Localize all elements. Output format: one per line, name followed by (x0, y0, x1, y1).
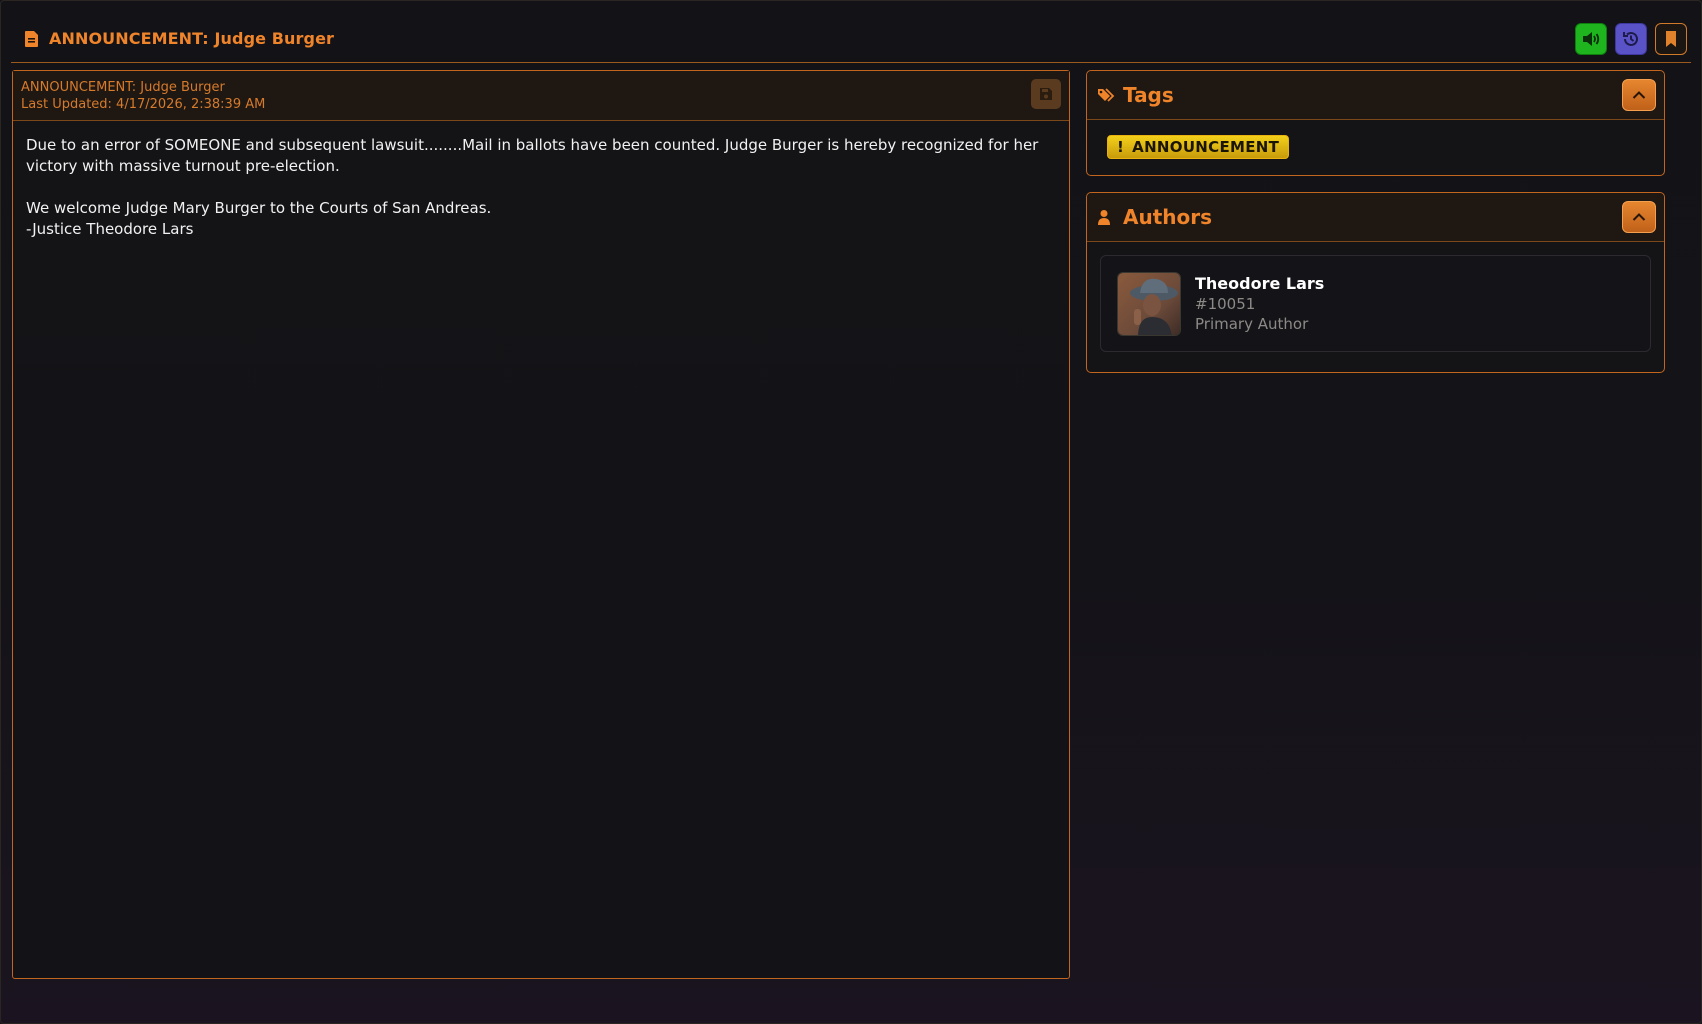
history-button[interactable] (1615, 23, 1647, 55)
body-paragraph: Due to an error of SOMEONE and subsequen… (26, 136, 1039, 175)
author-card[interactable]: Theodore Lars #10051 Primary Author (1100, 255, 1651, 352)
header-title-group: ANNOUNCEMENT: Judge Burger (25, 29, 334, 48)
page-header: ANNOUNCEMENT: Judge Burger (11, 1, 1691, 63)
document-title: ANNOUNCEMENT: Judge Burger (21, 80, 225, 95)
author-role: Primary Author (1195, 315, 1309, 333)
speaker-icon (1583, 32, 1600, 46)
bookmark-button[interactable] (1655, 23, 1687, 55)
tags-panel-header: Tags (1087, 71, 1664, 120)
tags-collapse-button[interactable] (1622, 79, 1656, 111)
tag-label: ANNOUNCEMENT (1132, 138, 1280, 156)
save-icon (1040, 88, 1052, 100)
save-button[interactable] (1031, 79, 1061, 109)
app-window: ANNOUNCEMENT: Judge Burger ANNOUNCEMENT:… (0, 0, 1702, 1024)
tags-title: Tags (1123, 83, 1174, 107)
document-header: ANNOUNCEMENT: Judge Burger Last Updated:… (13, 71, 1069, 121)
document-body[interactable]: Due to an error of SOMEONE and subsequen… (13, 121, 1069, 254)
tag-chip-announcement[interactable]: ! ANNOUNCEMENT (1107, 135, 1290, 159)
authors-title: Authors (1123, 205, 1213, 229)
last-updated-text: Last Updated: 4/17/2026, 2:38:39 AM (21, 97, 266, 112)
tags-panel: Tags ! ANNOUNCEMENT (1086, 70, 1665, 176)
signature-line: -Justice Theodore Lars (26, 220, 194, 238)
header-actions (1575, 23, 1687, 55)
body-paragraph: We welcome Judge Mary Burger to the Cour… (26, 199, 492, 217)
chevron-up-icon (1632, 213, 1646, 221)
document-icon (25, 30, 38, 47)
authors-panel: Authors Theodore Lars #10051 Primary Aut… (1086, 192, 1665, 373)
avatar (1117, 272, 1181, 336)
authors-panel-header: Authors (1087, 193, 1664, 242)
authors-collapse-button[interactable] (1622, 201, 1656, 233)
document-panel: ANNOUNCEMENT: Judge Burger Last Updated:… (12, 70, 1070, 979)
sound-toggle-button[interactable] (1575, 23, 1607, 55)
bookmark-icon (1666, 31, 1676, 47)
chevron-up-icon (1632, 91, 1646, 99)
history-icon (1623, 31, 1638, 46)
tags-icon (1098, 88, 1115, 102)
page-title: ANNOUNCEMENT: Judge Burger (49, 29, 335, 48)
user-icon (1098, 210, 1110, 225)
avatar-image (1118, 273, 1180, 335)
author-name: Theodore Lars (1195, 274, 1325, 293)
tag-exclamation-icon: ! (1117, 138, 1125, 156)
author-id: #10051 (1195, 295, 1256, 313)
